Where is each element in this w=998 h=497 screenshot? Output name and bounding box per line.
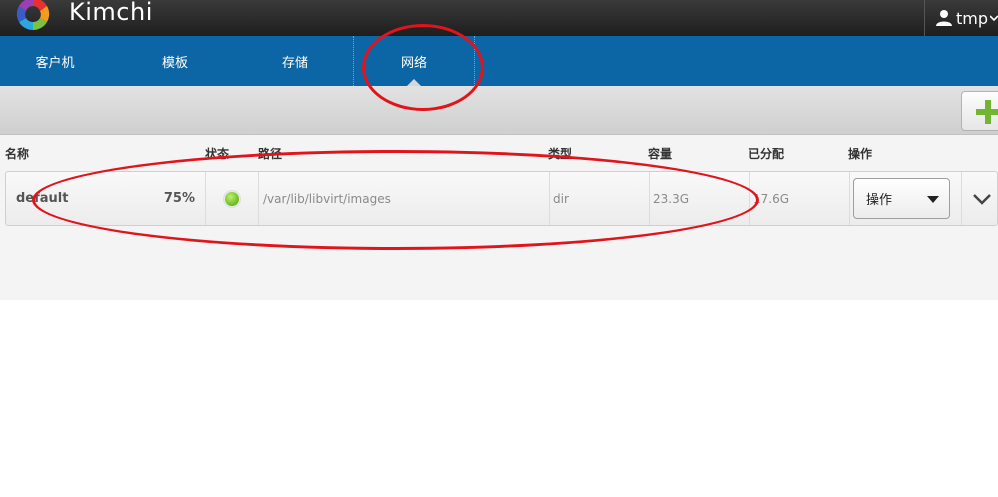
pool-state-cell bbox=[206, 172, 259, 225]
pool-usage: 75% bbox=[163, 191, 195, 206]
main-nav: 客户机 模板 存储 网络 bbox=[0, 36, 998, 87]
tab-label: 网络 bbox=[400, 55, 427, 71]
expand-row-button[interactable] bbox=[964, 172, 998, 225]
actions-dropdown-button[interactable]: 操作 bbox=[853, 178, 950, 219]
top-bar: Kimchi tmp bbox=[0, 0, 998, 36]
pool-type: dir bbox=[550, 172, 650, 225]
storage-pool-list: 名称 状态 路径 类型 容量 已分配 操作 default 75% /var/l… bbox=[0, 135, 998, 300]
tab-label: 客户机 bbox=[35, 55, 75, 71]
chevron-down-icon bbox=[990, 15, 998, 22]
app-title: Kimchi bbox=[69, 0, 153, 26]
status-active-icon bbox=[224, 190, 240, 207]
pool-name-cell: default 75% bbox=[6, 172, 206, 225]
caret-down-icon bbox=[927, 196, 939, 203]
column-header-allocated: 已分配 bbox=[748, 147, 785, 161]
tab-storage[interactable]: 存储 bbox=[240, 36, 350, 86]
pool-actions-cell: 操作 bbox=[850, 172, 962, 225]
tab-guests[interactable]: 客户机 bbox=[0, 36, 110, 86]
column-header-path: 路径 bbox=[258, 147, 283, 161]
user-icon bbox=[935, 10, 952, 26]
add-button[interactable] bbox=[961, 91, 998, 131]
column-header-type: 类型 bbox=[548, 147, 573, 161]
column-header-name: 名称 bbox=[5, 147, 30, 161]
column-header-state: 状态 bbox=[205, 147, 230, 161]
pool-name: default bbox=[16, 191, 69, 206]
user-menu[interactable]: tmp bbox=[924, 0, 998, 36]
kimchi-logo-icon bbox=[16, 0, 50, 31]
toolbar bbox=[0, 86, 998, 135]
pool-allocated: 17.6G bbox=[750, 172, 850, 225]
actions-label: 操作 bbox=[866, 193, 893, 208]
column-header-capacity: 容量 bbox=[648, 147, 673, 161]
pool-path: /var/lib/libvirt/images bbox=[259, 172, 550, 225]
tab-network[interactable]: 网络 bbox=[353, 36, 475, 87]
tab-label: 模板 bbox=[161, 55, 188, 71]
column-header-actions: 操作 bbox=[848, 147, 873, 161]
chevron-down-icon bbox=[972, 193, 991, 205]
table-row[interactable]: default 75% /var/lib/libvirt/images dir … bbox=[5, 171, 998, 226]
tab-templates[interactable]: 模板 bbox=[120, 36, 230, 86]
user-name: tmp bbox=[955, 8, 988, 28]
tab-label: 存储 bbox=[281, 55, 308, 71]
pool-capacity: 23.3G bbox=[650, 172, 750, 225]
